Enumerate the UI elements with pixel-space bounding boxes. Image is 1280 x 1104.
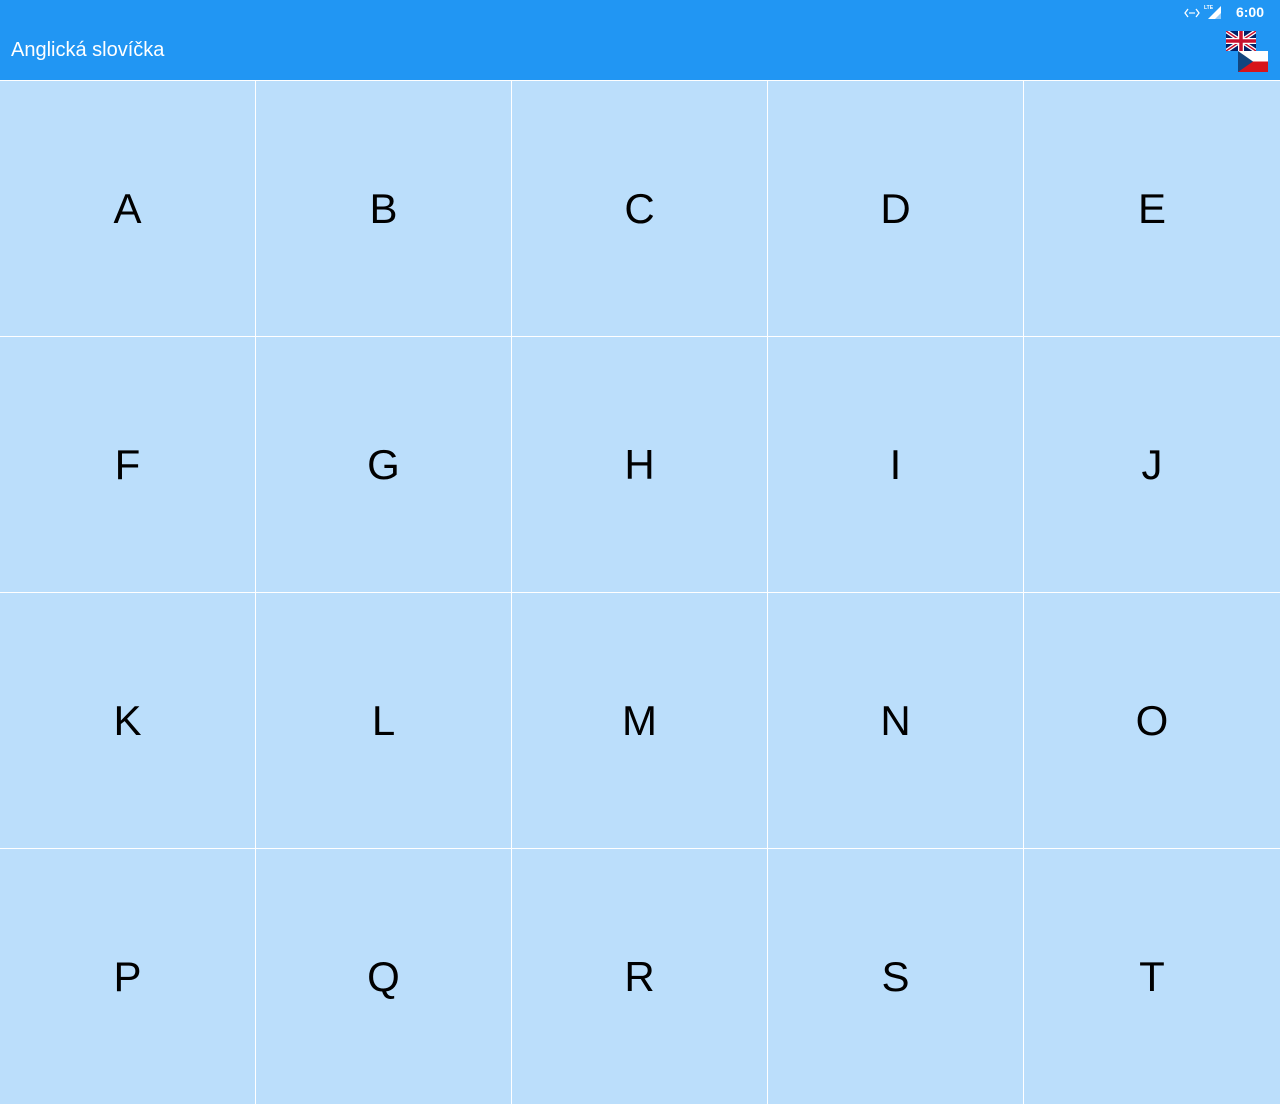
- letter-tile-k[interactable]: K: [0, 593, 255, 848]
- letter-tile-m[interactable]: M: [512, 593, 767, 848]
- letter-tile-h[interactable]: H: [512, 337, 767, 592]
- letter-tile-label: C: [624, 184, 655, 232]
- letter-tile-l[interactable]: L: [256, 593, 511, 848]
- letter-tile-label: B: [369, 184, 398, 232]
- lte-signal-icon: LTE: [1204, 4, 1222, 25]
- letter-tile-c[interactable]: C: [512, 81, 767, 336]
- app-bar: LTE 6:00 Anglická slovíčka: [0, 0, 1280, 80]
- app-title: Anglická slovíčka: [11, 39, 165, 61]
- letter-tile-r[interactable]: R: [512, 849, 767, 1104]
- svg-text:LTE: LTE: [1204, 5, 1214, 11]
- letter-tile-d[interactable]: D: [768, 81, 1023, 336]
- letter-tile-label: M: [622, 696, 657, 744]
- status-bar: LTE 6:00: [0, 0, 1280, 24]
- letter-tile-f[interactable]: F: [0, 337, 255, 592]
- letter-tile-j[interactable]: J: [1024, 337, 1280, 592]
- letter-tile-n[interactable]: N: [768, 593, 1023, 848]
- letter-tile-label: E: [1137, 184, 1166, 232]
- letter-tile-t[interactable]: T: [1024, 849, 1280, 1104]
- letter-tile-label: O: [1135, 696, 1169, 744]
- letter-tile-q[interactable]: Q: [256, 849, 511, 1104]
- letter-tile-label: F: [114, 440, 141, 488]
- letter-tile-label: D: [880, 184, 911, 232]
- letter-tile-g[interactable]: G: [256, 337, 511, 592]
- letter-grid: A B C D E F G H I J K L M N O P Q R S T: [0, 80, 1280, 1104]
- letter-tile-p[interactable]: P: [0, 849, 255, 1104]
- letter-tile-label: S: [881, 952, 910, 1000]
- language-toggle-button[interactable]: [1224, 29, 1270, 75]
- letter-tile-s[interactable]: S: [768, 849, 1023, 1104]
- status-icons: LTE: [1184, 4, 1222, 25]
- czech-flag-icon: [1238, 51, 1268, 72]
- letter-tile-label: T: [1139, 952, 1165, 1000]
- letter-tile-label: K: [113, 696, 142, 744]
- letter-tile-label: Q: [367, 952, 400, 1000]
- letter-tile-b[interactable]: B: [256, 81, 511, 336]
- uk-flag-icon: [1224, 29, 1258, 53]
- letter-tile-label: G: [367, 440, 400, 488]
- letter-tile-label: P: [113, 952, 142, 1000]
- letter-tile-a[interactable]: A: [0, 81, 255, 336]
- letter-tile-label: J: [1141, 440, 1163, 488]
- letter-tile-label: H: [624, 440, 655, 488]
- letter-tile-label: A: [113, 184, 142, 232]
- letter-tile-label: I: [889, 440, 902, 488]
- letter-tile-label: N: [880, 696, 911, 744]
- letter-tile-label: L: [371, 696, 396, 744]
- letter-tile-i[interactable]: I: [768, 337, 1023, 592]
- status-time: 6:00: [1235, 4, 1264, 20]
- letter-tile-o[interactable]: O: [1024, 593, 1280, 848]
- letter-tile-e[interactable]: E: [1024, 81, 1280, 336]
- letter-tile-label: R: [624, 952, 655, 1000]
- data-sync-icon: [1184, 6, 1200, 24]
